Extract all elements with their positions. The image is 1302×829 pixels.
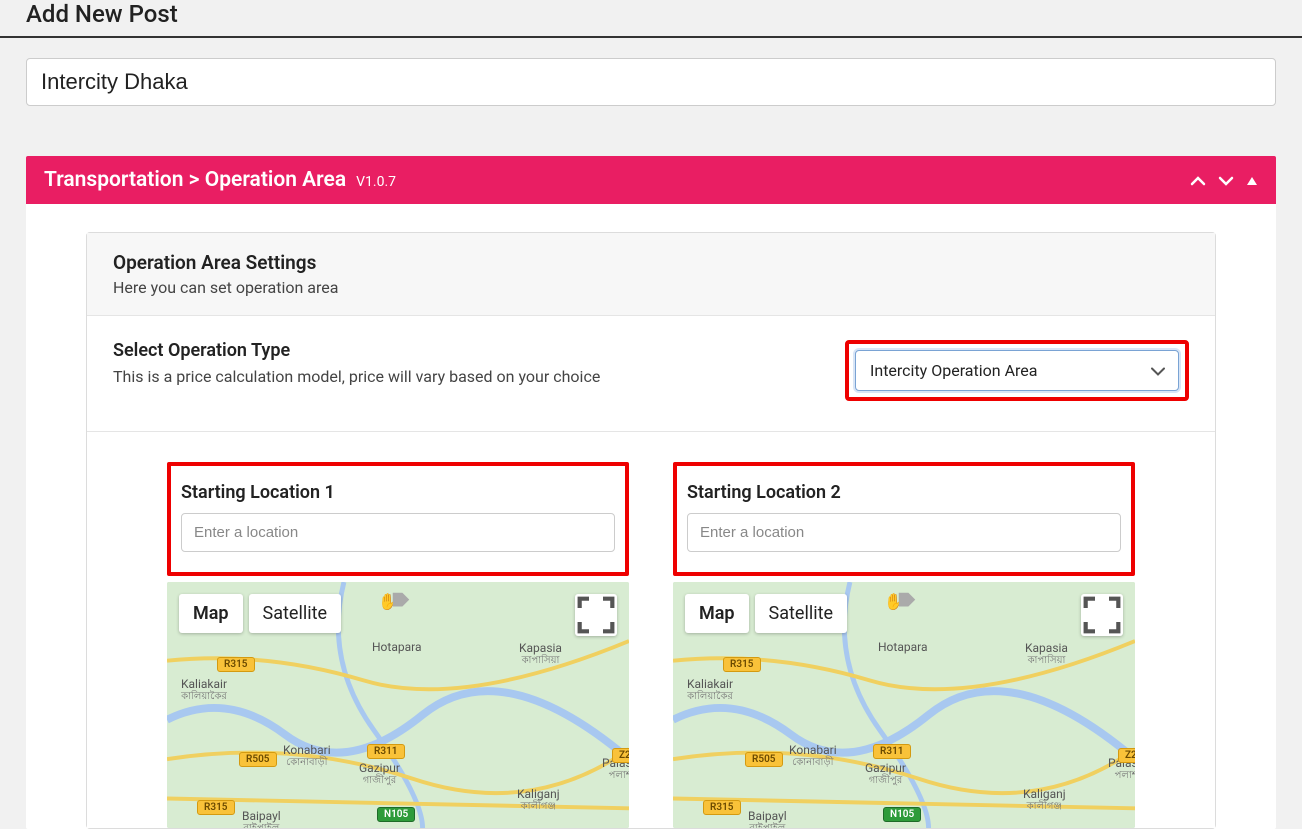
map-place-konabari: Konabariকোনাবাড়ী (789, 744, 837, 768)
panel-title-text: Transportation > Operation Area (44, 168, 346, 192)
location-1-input[interactable] (181, 513, 615, 552)
tag-icon[interactable] (909, 590, 931, 612)
operation-type-selected: Intercity Operation Area (870, 361, 1037, 380)
map-place-kaliganj: Kaliganjকালীগঞ্জ (517, 788, 560, 812)
road-z20: Z20 (612, 748, 629, 763)
map-place-kapasia: Kapasiaকাপাসিয়া (519, 642, 562, 666)
operation-type-title: Select Operation Type (113, 340, 600, 361)
post-title-input[interactable] (26, 58, 1276, 106)
road-r505: R505 (239, 752, 277, 767)
settings-subtitle: Here you can set operation area (113, 278, 1189, 297)
fullscreen-button[interactable] (1081, 594, 1123, 636)
operation-type-highlight: Intercity Operation Area (845, 340, 1189, 401)
starting-location-2: Starting Location 2 Map Satellite (673, 462, 1135, 828)
map-place-kaliakair: Kaliakairকালিয়াকৈর (181, 678, 227, 702)
road-n105: N105 (377, 807, 415, 822)
settings-card-head: Operation Area Settings Here you can set… (87, 233, 1215, 316)
road-n105: N105 (883, 807, 921, 822)
location-2-input[interactable] (687, 513, 1121, 552)
location-2-title: Starting Location 2 (687, 482, 1121, 503)
starting-location-1: Starting Location 1 Map (167, 462, 629, 828)
panel-move-up-icon[interactable] (1190, 174, 1206, 190)
map-place-baipayl: Baipaylবাইপাইল (748, 810, 787, 828)
road-r315: R315 (217, 657, 255, 672)
settings-card: Operation Area Settings Here you can set… (86, 232, 1216, 829)
map-place-baipayl: Baipaylবাইপাইল (242, 810, 281, 828)
road-r315-b: R315 (197, 800, 235, 815)
chevron-down-icon (1151, 361, 1165, 380)
location-1-map[interactable]: Map Satellite ✋ Hotapara (167, 582, 629, 828)
map-view-button[interactable]: Map (179, 594, 243, 633)
map-place-kaliakair: Kaliakairকালিয়াকৈর (687, 678, 733, 702)
map-place-gazipur: Gazipurগাজীপুর (359, 762, 400, 786)
road-r311: R311 (873, 744, 911, 759)
location-1-highlight: Starting Location 1 (167, 462, 629, 576)
map-view-button[interactable]: Map (685, 594, 749, 633)
page-title: Add New Post (0, 0, 1302, 38)
map-place-hotapara: Hotapara (878, 641, 927, 654)
map-place-gazipur: Gazipurগাজীপুর (865, 762, 906, 786)
fullscreen-button[interactable] (575, 594, 617, 636)
road-r505: R505 (745, 752, 783, 767)
satellite-view-button[interactable]: Satellite (755, 594, 847, 633)
tag-icon[interactable] (403, 590, 425, 612)
location-1-title: Starting Location 1 (181, 482, 615, 503)
locations-row: Starting Location 1 Map (87, 432, 1215, 828)
location-2-highlight: Starting Location 2 (673, 462, 1135, 576)
operation-type-desc: This is a price calculation model, price… (113, 367, 600, 386)
operation-type-row: Select Operation Type This is a price ca… (87, 316, 1215, 432)
panel-header: Transportation > Operation Area V1.0.7 (26, 156, 1276, 204)
panel-move-down-icon[interactable] (1218, 174, 1234, 190)
road-z20: Z20 (1118, 748, 1135, 763)
operation-area-panel: Transportation > Operation Area V1.0.7 O… (26, 156, 1276, 829)
map-place-hotapara: Hotapara (372, 641, 421, 654)
road-r315-b: R315 (703, 800, 741, 815)
satellite-view-button[interactable]: Satellite (249, 594, 341, 633)
panel-version: V1.0.7 (356, 174, 396, 190)
settings-title: Operation Area Settings (113, 251, 1189, 274)
map-place-konabari: Konabariকোনাবাড়ী (283, 744, 331, 768)
map-place-kaliganj: Kaliganjকালীগঞ্জ (1023, 788, 1066, 812)
operation-type-select[interactable]: Intercity Operation Area (855, 350, 1179, 391)
panel-collapse-icon[interactable] (1246, 174, 1258, 190)
map-place-kapasia: Kapasiaকাপাসিয়া (1025, 642, 1068, 666)
road-r315: R315 (723, 657, 761, 672)
location-2-map[interactable]: Map Satellite ✋ Hotapara Kapasiaক (673, 582, 1135, 828)
road-r311: R311 (367, 744, 405, 759)
